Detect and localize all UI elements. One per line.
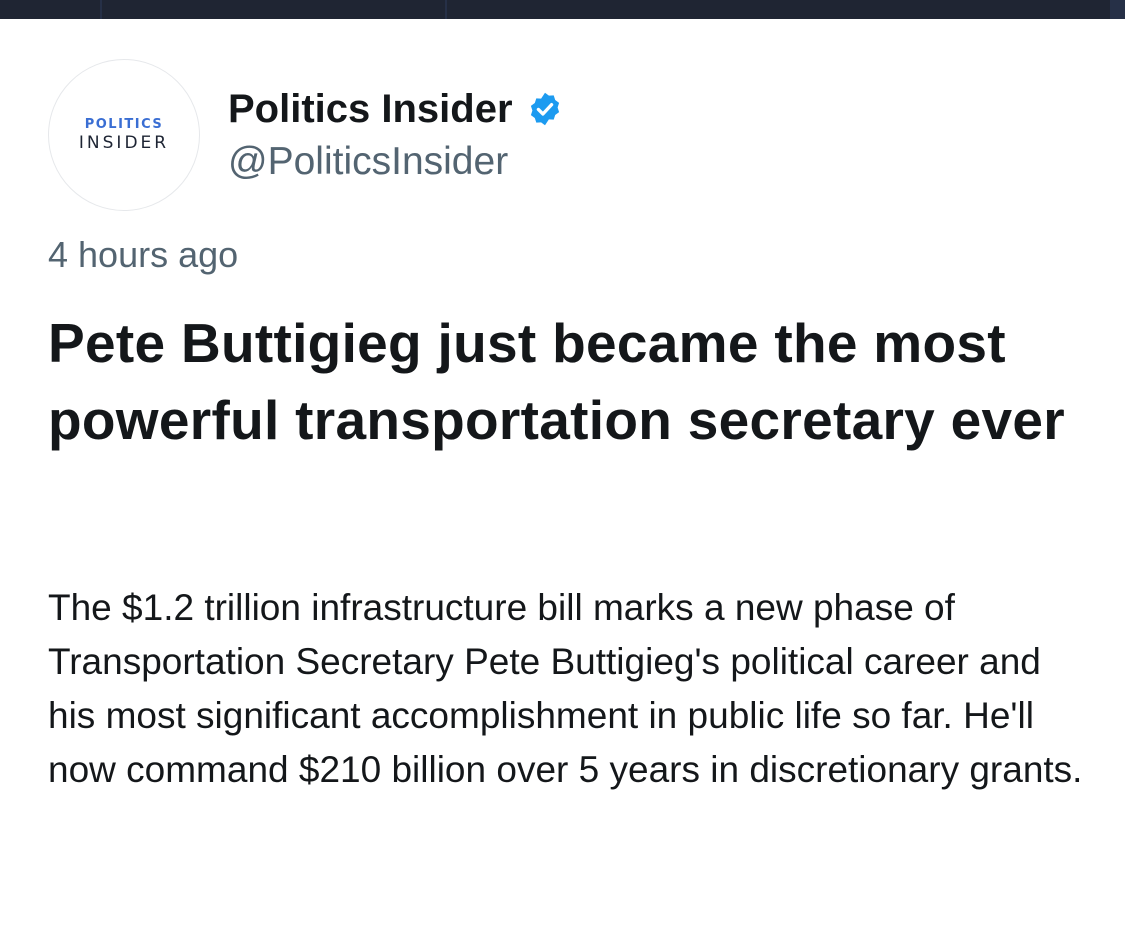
account-display-name[interactable]: Politics Insider bbox=[228, 85, 513, 133]
avatar-logo-text-bottom: INSIDER bbox=[78, 133, 170, 153]
verified-badge-icon bbox=[530, 92, 559, 126]
tweet-card[interactable]: POLITICS INSIDER Politics Insider @Polit… bbox=[0, 19, 1125, 940]
top-bar bbox=[0, 0, 1125, 19]
post-summary: The $1.2 trillion infrastructure bill ma… bbox=[48, 587, 1083, 790]
avatar[interactable]: POLITICS INSIDER bbox=[48, 59, 200, 211]
avatar-logo-text-top: POLITICS bbox=[84, 117, 164, 132]
post-headline: Pete Buttigieg just became the most powe… bbox=[48, 312, 1066, 451]
account-name-row: Politics Insider bbox=[228, 85, 563, 133]
top-bar-edge bbox=[1110, 0, 1125, 19]
account-handle[interactable]: @PoliticsInsider bbox=[228, 139, 508, 185]
top-bar-divider bbox=[100, 0, 102, 19]
post-timestamp[interactable]: 4 hours ago bbox=[48, 233, 238, 277]
screenshot-page: POLITICS INSIDER Politics Insider @Polit… bbox=[0, 0, 1125, 940]
top-bar-divider bbox=[445, 0, 447, 19]
